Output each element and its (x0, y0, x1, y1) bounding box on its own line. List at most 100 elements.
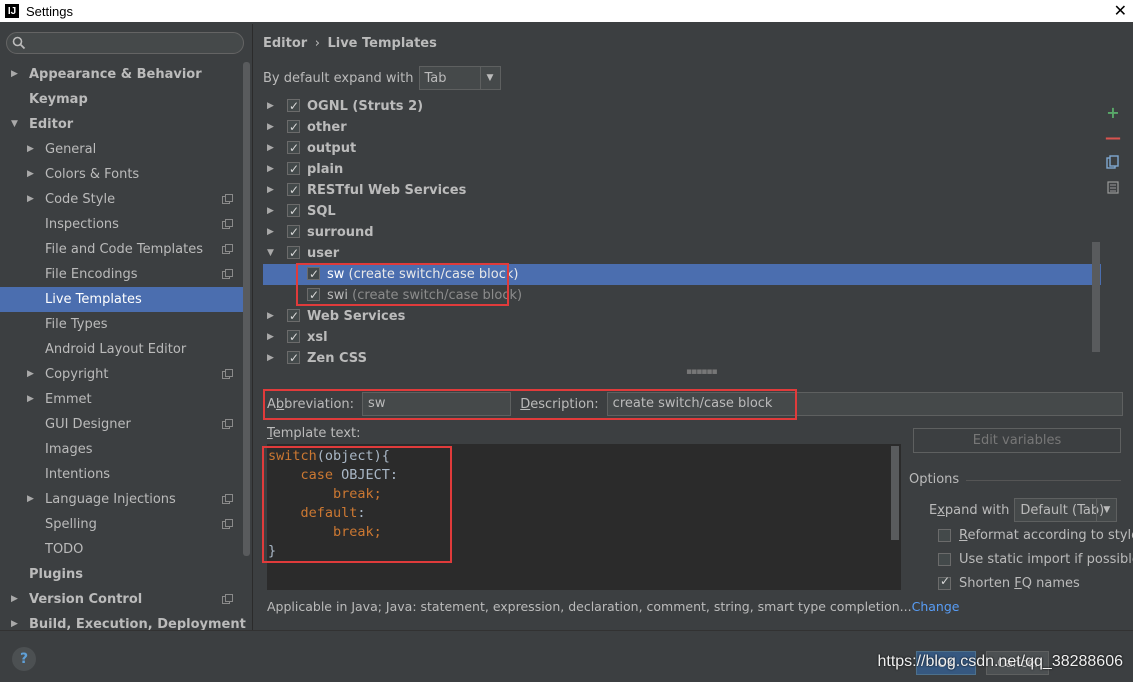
sidebar-item-keymap[interactable]: Keymap (0, 87, 243, 112)
sidebar-item-todo[interactable]: TODO (0, 537, 243, 562)
sidebar-item-file-and-code-templates[interactable]: File and Code Templates (0, 237, 243, 262)
expand-with-value: Default (Tab) (1020, 502, 1105, 518)
collapsed-arrow-icon[interactable] (267, 348, 274, 366)
template-group-web-services[interactable]: Web Services (263, 306, 1101, 327)
group-checkbox[interactable] (287, 96, 300, 117)
group-checkbox[interactable] (287, 306, 300, 327)
template-group-xsl[interactable]: xsl (263, 327, 1101, 348)
template-group-surround[interactable]: surround (263, 222, 1101, 243)
group-checkbox[interactable] (287, 117, 300, 138)
sidebar-item-build-execution-deployment[interactable]: Build, Execution, Deployment (0, 612, 246, 630)
watermark: https://blog.csdn.net/qq_38288606 (877, 653, 1123, 670)
sidebar-item-spelling[interactable]: Spelling (0, 512, 243, 537)
sidebar-item-appearance-behavior[interactable]: Appearance & Behavior (0, 62, 243, 87)
reformat-checkbox[interactable] (938, 529, 951, 542)
static-import-option[interactable]: Use static import if possible (938, 552, 1133, 567)
sidebar-item-label: Code Style (45, 192, 116, 207)
sidebar-item-copyright[interactable]: Copyright (0, 362, 243, 387)
sidebar-item-label: File Types (45, 317, 108, 332)
collapsed-arrow-icon[interactable] (11, 587, 18, 612)
static-import-checkbox[interactable] (938, 553, 951, 566)
sidebar-item-emmet[interactable]: Emmet (0, 387, 243, 412)
project-settings-icon (222, 419, 233, 429)
template-group-ognl-struts-2[interactable]: OGNL (Struts 2) (263, 96, 1101, 117)
edit-variables-button[interactable]: Edit variables (913, 428, 1121, 453)
collapsed-arrow-icon[interactable] (267, 138, 274, 159)
collapsed-arrow-icon[interactable] (267, 117, 274, 138)
copy-icon[interactable] (1105, 154, 1121, 170)
collapsed-arrow-icon[interactable] (27, 487, 34, 512)
collapsed-arrow-icon[interactable] (11, 62, 18, 87)
group-checkbox[interactable] (287, 138, 300, 159)
group-checkbox[interactable] (287, 180, 300, 201)
sidebar-item-label: Keymap (29, 92, 88, 107)
collapsed-arrow-icon[interactable] (267, 96, 274, 117)
splitter-handle[interactable]: ▪▪▪▪▪▪ (686, 367, 718, 377)
sidebar-item-gui-designer[interactable]: GUI Designer (0, 412, 243, 437)
template-group-sql[interactable]: SQL (263, 201, 1101, 222)
sidebar-item-android-layout-editor[interactable]: Android Layout Editor (0, 337, 243, 362)
group-checkbox[interactable] (287, 222, 300, 243)
collapsed-arrow-icon[interactable] (27, 137, 34, 162)
reformat-option[interactable]: Reformat according to style (938, 528, 1133, 543)
sidebar-item-editor[interactable]: Editor (0, 112, 243, 137)
dialog-footer: ? OK Cancel https://blog.csdn.net/qq_382… (0, 630, 1133, 682)
template-group-other[interactable]: other (263, 117, 1101, 138)
sidebar-item-version-control[interactable]: Version Control (0, 587, 243, 612)
sidebar-item-colors-fonts[interactable]: Colors & Fonts (0, 162, 243, 187)
collapsed-arrow-icon[interactable] (267, 222, 274, 243)
sidebar-item-plugins[interactable]: Plugins (0, 562, 243, 587)
collapsed-arrow-icon[interactable] (27, 162, 34, 187)
expand-with-label: Expand with (929, 502, 1010, 518)
help-icon[interactable]: ? (12, 647, 36, 671)
sidebar-item-code-style[interactable]: Code Style (0, 187, 243, 212)
collapsed-arrow-icon[interactable] (267, 159, 274, 180)
collapsed-arrow-icon[interactable] (267, 201, 274, 222)
settings-sidebar: Appearance & Behavior Keymap Editor General… (0, 24, 253, 630)
templates-scrollbar[interactable] (1092, 242, 1100, 352)
template-group-restful-web-services[interactable]: RESTful Web Services (263, 180, 1101, 201)
collapsed-arrow-icon[interactable] (27, 387, 34, 412)
sidebar-item-intentions[interactable]: Intentions (0, 462, 243, 487)
remove-icon[interactable]: — (1105, 128, 1121, 147)
expand-with-select[interactable]: Default (Tab) ▼ (1014, 498, 1118, 522)
sidebar-item-file-types[interactable]: File Types (0, 312, 243, 337)
shorten-fq-checkbox[interactable] (938, 574, 951, 590)
add-icon[interactable]: + (1105, 103, 1121, 122)
collapsed-arrow-icon[interactable] (27, 362, 34, 387)
sidebar-item-inspections[interactable]: Inspections (0, 212, 243, 237)
close-icon[interactable]: ✕ (1114, 1, 1127, 20)
group-checkbox[interactable] (287, 348, 300, 366)
editor-scrollbar[interactable] (891, 446, 899, 540)
expanded-arrow-icon[interactable] (267, 243, 274, 264)
change-link[interactable]: Change (912, 599, 960, 614)
collapsed-arrow-icon[interactable] (267, 327, 274, 348)
template-group-icon[interactable] (1105, 179, 1121, 195)
sidebar-scrollbar[interactable] (243, 62, 250, 556)
expanded-arrow-icon[interactable] (11, 112, 18, 137)
sidebar-item-file-encodings[interactable]: File Encodings (0, 262, 243, 287)
group-label: output (307, 141, 357, 156)
template-group-zen-css[interactable]: Zen CSS (263, 348, 1101, 366)
shorten-fq-option[interactable]: Shorten FQ names (938, 574, 1080, 591)
default-expand-select[interactable]: Tab ▼ (418, 66, 501, 90)
group-checkbox[interactable] (287, 327, 300, 348)
collapsed-arrow-icon[interactable] (267, 306, 274, 327)
search-input[interactable] (6, 32, 244, 54)
sidebar-item-general[interactable]: General (0, 137, 243, 162)
breadcrumb-parent: Editor (263, 36, 308, 51)
group-checkbox[interactable] (287, 159, 300, 180)
collapsed-arrow-icon[interactable] (27, 187, 34, 212)
collapsed-arrow-icon[interactable] (11, 612, 18, 630)
template-group-plain[interactable]: plain (263, 159, 1101, 180)
sidebar-item-language-injections[interactable]: Language Injections (0, 487, 243, 512)
group-checkbox[interactable] (287, 243, 300, 264)
template-group-output[interactable]: output (263, 138, 1101, 159)
group-checkbox[interactable] (287, 201, 300, 222)
template-group-user[interactable]: user (263, 243, 1101, 264)
shorten-fq-label: Shorten FQ names (959, 576, 1080, 591)
sidebar-item-live-templates[interactable]: Live Templates (0, 287, 243, 312)
collapsed-arrow-icon[interactable] (267, 180, 274, 201)
sidebar-item-label: Colors & Fonts (45, 167, 140, 182)
sidebar-item-images[interactable]: Images (0, 437, 243, 462)
